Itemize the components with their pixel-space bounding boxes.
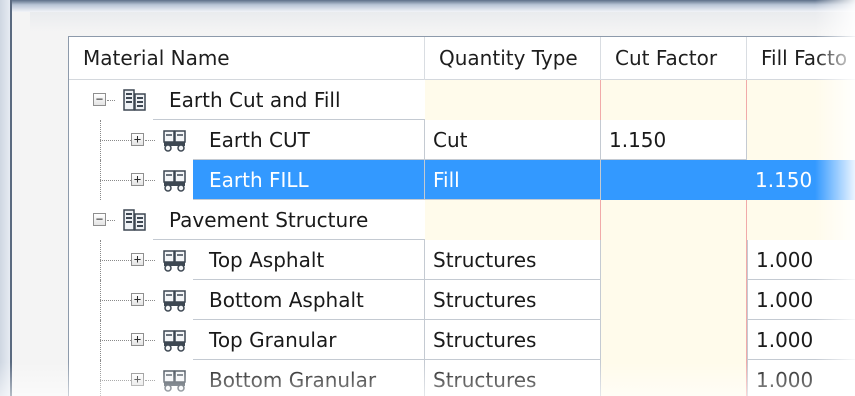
tree-connector [100,340,131,341]
material-name-cell[interactable]: Bottom Granular [193,360,425,396]
material-name-cell[interactable]: Pavement Structure [153,200,425,240]
collapse-toggle-icon[interactable]: − [93,213,106,226]
tree-connector [100,380,131,381]
tree-item-row[interactable]: Earth FILL + Fill 1.150 [69,160,855,200]
tree-connector [145,180,155,181]
material-name-cell[interactable]: Top Granular [193,320,425,360]
dump-truck-icon [163,328,187,352]
fill-factor-cell[interactable]: 1.000 [747,240,855,280]
material-name: Bottom Asphalt [209,287,364,312]
cut-factor-cell[interactable] [601,360,747,396]
collapse-toggle-icon[interactable]: − [93,93,106,106]
material-list-icon [123,208,147,232]
material-name-cell[interactable]: Top Asphalt [193,240,425,280]
quantity-type-cell[interactable]: Cut [425,120,601,160]
material-name: Top Granular [209,327,337,352]
expand-toggle-icon[interactable]: + [131,293,144,306]
dump-truck-icon [163,288,187,312]
panel-shadow [30,12,855,32]
cut-factor-cell[interactable] [601,160,747,200]
tree-item-row[interactable]: Earth CUT + Cut 1.150 [69,120,855,160]
dump-truck-icon [163,168,187,192]
fill-factor-cell [747,200,855,240]
window-left-border [0,0,10,396]
material-name-cell[interactable]: Earth FILL [193,160,425,200]
material-name: Bottom Granular [209,367,377,392]
quantity-type-cell [425,200,601,240]
tree-connector [107,100,115,101]
tree-connector [145,140,155,141]
dump-truck-icon [163,248,187,272]
cut-factor-cell [601,200,747,240]
tree-connector [100,180,131,181]
group-name: Earth Cut and Fill [169,87,341,112]
tree-connector [100,300,131,301]
cut-factor-cell[interactable] [601,320,747,360]
material-name: Earth FILL [209,167,309,192]
fill-factor-cell [747,80,855,120]
tree-connector [100,140,131,141]
tree-group-row[interactable]: Pavement Structure − [69,200,855,240]
tree-item-row[interactable]: Bottom Granular + Structures 1.000 [69,360,855,396]
material-name-cell[interactable]: Earth CUT [193,120,425,160]
column-header-quantity-type[interactable]: Quantity Type [425,37,601,80]
cut-factor-cell[interactable]: 1.150 [601,120,747,160]
window-top-border [12,0,855,12]
column-header-material-name[interactable]: Material Name [69,37,425,80]
fill-factor-cell[interactable]: 1.000 [747,360,855,396]
material-name-cell[interactable]: Earth Cut and Fill [153,80,425,120]
fill-factor-cell[interactable]: 1.000 [747,280,855,320]
quantity-type-cell[interactable]: Structures [425,280,601,320]
tree-connector [100,260,131,261]
expand-toggle-icon[interactable]: + [131,133,144,146]
fill-factor-cell[interactable]: 1.150 [747,160,855,200]
tree-connector [145,300,155,301]
material-name-cell[interactable]: Bottom Asphalt [193,280,425,320]
window-frame: Material Name Quantity Type Cut Factor F… [0,0,855,396]
expand-toggle-icon[interactable]: + [131,373,144,386]
tree-item-row[interactable]: Top Granular + Structures 1.000 [69,320,855,360]
dump-truck-icon [163,368,187,392]
fill-factor-cell[interactable] [747,120,855,160]
quantity-type-cell [425,80,601,120]
tree-item-row[interactable]: Top Asphalt + Structures 1.000 [69,240,855,280]
cut-factor-cell[interactable] [601,240,747,280]
tree-connector [145,260,155,261]
tree-connector [107,220,115,221]
group-name: Pavement Structure [169,207,369,232]
cut-factor-cell [601,80,747,120]
tree-item-row[interactable]: Bottom Asphalt + Structures 1.000 [69,280,855,320]
material-list-icon [123,88,147,112]
quantity-type-cell[interactable]: Fill [425,160,601,200]
dump-truck-icon [163,128,187,152]
fill-factor-cell[interactable]: 1.000 [747,320,855,360]
expand-toggle-icon[interactable]: + [131,253,144,266]
tree-connector [145,380,155,381]
tree-group-row[interactable]: Earth Cut and Fill − [69,80,855,120]
tree-connector [145,340,155,341]
quantity-type-cell[interactable]: Structures [425,240,601,280]
cut-factor-cell[interactable] [601,280,747,320]
quantity-type-cell[interactable]: Structures [425,360,601,396]
material-name: Earth CUT [209,127,310,152]
column-header-fill-factor[interactable]: Fill Facto [747,37,855,80]
material-grid[interactable]: Material Name Quantity Type Cut Factor F… [68,36,855,396]
expand-toggle-icon[interactable]: + [131,173,144,186]
grid-header: Material Name Quantity Type Cut Factor F… [69,37,855,80]
column-header-cut-factor[interactable]: Cut Factor [601,37,747,80]
quantity-type-cell[interactable]: Structures [425,320,601,360]
expand-toggle-icon[interactable]: + [131,333,144,346]
tree-connector [100,360,101,396]
material-name: Top Asphalt [209,247,325,272]
